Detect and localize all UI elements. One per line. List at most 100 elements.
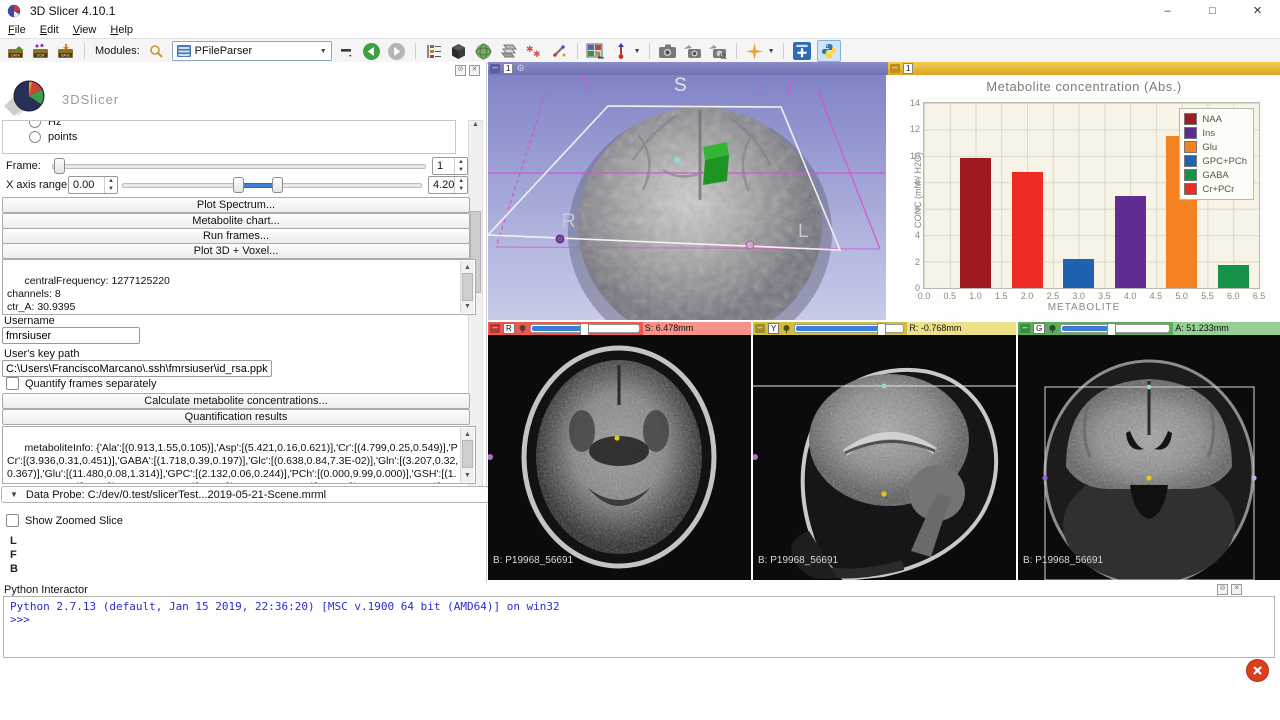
show-zoomed-slice-checkbox[interactable]: Show Zoomed Slice [6, 514, 123, 527]
scene-view-capture-icon[interactable] [683, 42, 703, 60]
header-info-textbox[interactable]: centralFrequency: 1277125220 channels: 8… [2, 259, 476, 315]
xaxis-range-slider[interactable] [122, 176, 422, 192]
chart-header: – 1 [888, 62, 1280, 75]
python-undock-icon[interactable]: ⊘ [1217, 584, 1228, 595]
view3d-collapse-button[interactable]: – [490, 64, 500, 73]
menu-edit[interactable]: Edit [40, 24, 59, 36]
panel-undock-icon[interactable]: ⊘ [455, 65, 466, 76]
slice-letter: Y [768, 323, 779, 334]
slice-pin-icon[interactable] [782, 324, 791, 333]
slice-pin-icon[interactable] [518, 324, 527, 333]
python-close-icon[interactable]: ✕ [1231, 584, 1242, 595]
frame-spinbox[interactable]: 1▲▼ [432, 157, 468, 175]
history-back-icon[interactable] [362, 42, 382, 60]
view3d-number: 1 [503, 63, 513, 74]
legend-label: Ins [1202, 128, 1215, 139]
slice-pin-icon[interactable] [1048, 324, 1057, 333]
chart-collapse-button[interactable]: – [890, 64, 900, 73]
extension-crosshair-icon[interactable] [745, 42, 765, 60]
frame-slider[interactable] [52, 157, 426, 173]
metabolite-info-textbox[interactable]: metaboliteInfo: {'Ala':[(0.913,1.55,0.10… [2, 426, 476, 484]
chevron-down-icon[interactable]: ▼ [768, 48, 775, 55]
calculate-concentrations-button[interactable]: Calculate metabolite concentrations... [2, 393, 470, 409]
scene-view-restore-icon[interactable] [708, 42, 728, 60]
view3d-render-area[interactable]: S R L [488, 75, 886, 320]
slice-collapse-button[interactable]: – [490, 324, 500, 333]
slice-view-green[interactable]: – G A: 51.233mm [1018, 322, 1280, 580]
slice-view-yellow[interactable]: – Y R: -0.768mm [753, 322, 1016, 580]
sample-data-cube-icon[interactable] [449, 42, 469, 60]
history-forward-icon[interactable] [387, 42, 407, 60]
module-panel-toggle-icon[interactable] [337, 42, 357, 60]
orientation-label-s: S [674, 75, 687, 96]
legend-swatch [1184, 183, 1197, 195]
dicom-icon[interactable]: DCM [31, 42, 51, 60]
textbox-scrollbar[interactable]: ▲▼ [460, 428, 474, 482]
close-x-icon [1252, 665, 1263, 676]
slice-collapse-button[interactable]: – [755, 324, 765, 333]
view3d-pin-icon[interactable]: ⚙ [516, 63, 524, 74]
fiducial-markers-icon[interactable]: ✱✱ [524, 42, 544, 60]
quantification-results-button[interactable]: Quantification results [2, 409, 470, 425]
volume-rendering-icon[interactable] [474, 42, 494, 60]
minimize-button[interactable]: – [1145, 0, 1190, 22]
radio-points[interactable]: points [29, 131, 455, 143]
legend-entry-Ins: Ins [1184, 126, 1247, 140]
maximize-button[interactable]: □ [1190, 0, 1235, 22]
panel-close-icon[interactable]: ✕ [469, 65, 480, 76]
xaxis-min-spinbox[interactable]: 0.00▲▼ [68, 176, 118, 194]
module-selector[interactable]: PFileParser ▼ [172, 41, 332, 61]
axial-slice-image[interactable]: B: P19968_56691 [488, 335, 751, 580]
metabolite-chart-button[interactable]: Metabolite chart... [2, 213, 470, 229]
module-panel: ⊘ ✕ 3DSlicer Hz points ▲▼ Frame: 1▲▼ [0, 62, 487, 583]
load-data-icon[interactable]: DATA [6, 42, 26, 60]
x-tick: 3.5 [1098, 291, 1111, 301]
textbox-scrollbar[interactable]: ▲▼ [460, 261, 474, 313]
xaxis-range-label: X axis range: [6, 179, 70, 191]
annotate-measure-icon[interactable] [549, 42, 569, 60]
y-tick: 14 [910, 98, 920, 108]
slice-offset-slider[interactable] [794, 324, 904, 333]
save-icon[interactable]: SAVE [56, 42, 76, 60]
slice-offset-value: S: 6.478mm [643, 322, 751, 335]
screenshot-icon[interactable] [658, 42, 678, 60]
module-history-icon[interactable] [424, 42, 444, 60]
slice-footer-label: B: P19968_56691 [758, 555, 838, 566]
coronal-slice-image[interactable]: B: P19968_56691 [1018, 335, 1280, 580]
slice-offset-slider[interactable] [1060, 324, 1170, 333]
dismiss-button[interactable] [1246, 659, 1269, 682]
plot-spectrum-button[interactable]: Plot Spectrum... [2, 197, 470, 213]
slice-bar-red: – R S: 6.478mm [488, 322, 751, 335]
menu-file[interactable]: File [8, 24, 26, 36]
extensions-manager-icon[interactable] [792, 42, 812, 60]
quantify-frames-checkbox[interactable]: Quantify frames separately [6, 377, 156, 390]
collapse-arrow-icon: ▼ [10, 490, 18, 499]
plot-3d-voxel-button[interactable]: Plot 3D + Voxel... [2, 243, 470, 259]
radio-circle-icon [29, 120, 41, 128]
chevron-down-icon[interactable]: ▼ [634, 48, 641, 55]
layout-selector-icon[interactable] [586, 42, 606, 60]
slice-view-red[interactable]: – R S: 6.478mm [488, 322, 751, 580]
menu-help[interactable]: Help [110, 24, 133, 36]
slice-collapse-button[interactable]: – [1020, 324, 1030, 333]
radio-hz[interactable]: Hz [29, 120, 455, 128]
main-toolbar: DATA DCM SAVE Modules: PFileParser ▼ [0, 38, 1280, 64]
chart-panel[interactable]: Metabolite concentration (Abs.) CONC (mM… [888, 75, 1280, 320]
crosshair-select-icon[interactable] [611, 42, 631, 60]
module-search-icon[interactable] [147, 42, 167, 60]
run-frames-button[interactable]: Run frames... [2, 228, 470, 244]
close-button[interactable]: ✕ [1235, 0, 1280, 22]
keypath-input[interactable] [2, 360, 272, 377]
slice-layers-icon[interactable] [499, 42, 519, 60]
x-tick: 5.5 [1201, 291, 1214, 301]
sagittal-slice-image[interactable]: B: P19968_56691 [753, 335, 1016, 580]
username-input[interactable] [2, 327, 140, 344]
slice-offset-slider[interactable] [530, 324, 640, 333]
data-probe-collapsible[interactable]: ▼ Data Probe: C:/dev/0.test/slicerTest..… [1, 486, 489, 503]
xaxis-max-spinbox[interactable]: 4.20▲▼ [428, 176, 468, 194]
python-interactor-icon[interactable] [817, 40, 841, 62]
slice-offset-value: A: 51.233mm [1173, 322, 1280, 335]
slice-bar-green: – G A: 51.233mm [1018, 322, 1280, 335]
menu-view[interactable]: View [73, 24, 97, 36]
python-console[interactable]: Python 2.7.13 (default, Jan 15 2019, 22:… [3, 596, 1275, 658]
